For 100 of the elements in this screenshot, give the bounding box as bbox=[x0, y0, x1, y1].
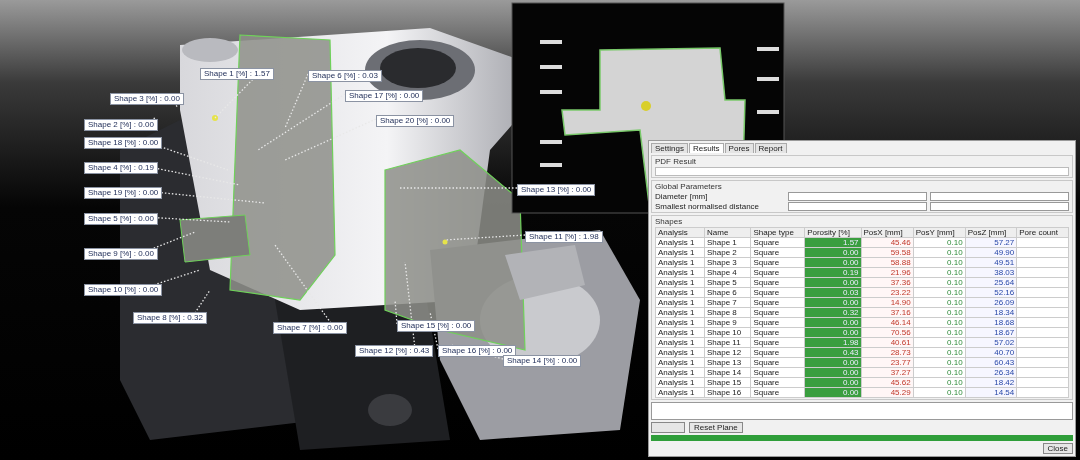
table-cell: Shape 3 bbox=[704, 257, 751, 268]
table-cell bbox=[1016, 317, 1069, 328]
table-cell: 0.10 bbox=[913, 367, 966, 378]
table-cell: 0.32 bbox=[804, 307, 862, 318]
table-cell: 0.00 bbox=[804, 317, 862, 328]
table-cell: 0.10 bbox=[913, 337, 966, 348]
close-button[interactable]: Close bbox=[1042, 443, 1073, 454]
table-cell: 60.43 bbox=[965, 357, 1017, 368]
input-field[interactable] bbox=[930, 192, 1069, 201]
table-cell: 0.10 bbox=[913, 237, 966, 248]
table-cell bbox=[1016, 307, 1069, 318]
comment-field[interactable] bbox=[651, 402, 1073, 420]
column-header[interactable]: Porosity [%] bbox=[804, 227, 862, 238]
callout-label: Shape 15 [%] : 0.00 bbox=[397, 320, 476, 332]
input-field[interactable] bbox=[930, 202, 1069, 211]
table-cell: Shape 10 bbox=[704, 327, 751, 338]
table-cell: 40.70 bbox=[965, 347, 1017, 358]
callout-label: Shape 2 [%] : 0.00 bbox=[84, 119, 158, 131]
column-header[interactable]: Analysis bbox=[655, 227, 705, 238]
callout-label: Shape 14 [%] : 0.00 bbox=[503, 355, 582, 367]
table-cell: Square bbox=[750, 257, 805, 268]
table-cell: Analysis 1 bbox=[655, 347, 705, 358]
table-cell: Square bbox=[750, 357, 805, 368]
blank-button[interactable] bbox=[651, 422, 685, 433]
callout-label: Shape 17 [%] : 0.00 bbox=[345, 90, 424, 102]
column-header[interactable]: PosZ [mm] bbox=[965, 227, 1017, 238]
table-cell: Analysis 1 bbox=[655, 367, 705, 378]
tab[interactable]: Settings bbox=[651, 143, 688, 153]
tab[interactable]: Pores bbox=[724, 143, 754, 153]
table-cell: Analysis 1 bbox=[655, 377, 705, 388]
table-cell: 46.14 bbox=[861, 317, 914, 328]
result-field[interactable] bbox=[655, 167, 1069, 176]
callout-label: Shape 19 [%] : 0.00 bbox=[84, 187, 163, 199]
table-cell: 0.19 bbox=[804, 267, 862, 278]
table-cell: 0.10 bbox=[913, 277, 966, 288]
table-cell: Analysis 1 bbox=[655, 327, 705, 338]
table-cell: Shape 14 bbox=[704, 367, 751, 378]
table-cell: 37.27 bbox=[861, 367, 914, 378]
table-cell: Shape 4 bbox=[704, 267, 751, 278]
table-cell: Square bbox=[750, 317, 805, 328]
callout-label: Shape 20 [%] : 0.00 bbox=[376, 115, 455, 127]
table-cell: Analysis 1 bbox=[655, 247, 705, 258]
leader-line bbox=[429, 311, 439, 350]
table-cell bbox=[1016, 247, 1069, 258]
table-cell: Shape 11 bbox=[704, 337, 751, 348]
table-cell: 0.00 bbox=[804, 377, 862, 388]
callout-label: Shape 16 [%] : 0.00 bbox=[438, 345, 517, 357]
tab[interactable]: Results bbox=[688, 143, 724, 153]
table-cell: Shape 7 bbox=[704, 297, 751, 308]
table-cell: Analysis 1 bbox=[655, 297, 705, 308]
table-cell: Shape 5 bbox=[704, 277, 751, 288]
column-header[interactable]: PosY [mm] bbox=[913, 227, 966, 238]
input-field[interactable] bbox=[788, 192, 927, 201]
table-cell: 23.77 bbox=[861, 357, 914, 368]
callout-label: Shape 13 [%] : 0.00 bbox=[517, 184, 596, 196]
reset-button[interactable]: Reset Plane bbox=[689, 422, 743, 433]
table-cell: 70.56 bbox=[861, 327, 914, 338]
table-cell: 18.67 bbox=[965, 327, 1017, 338]
table-cell: Square bbox=[750, 267, 805, 278]
table-cell: 49.90 bbox=[965, 247, 1017, 258]
table-cell: 0.00 bbox=[804, 257, 862, 268]
table-cell: 0.10 bbox=[913, 257, 966, 268]
callout-label: Shape 6 [%] : 0.03 bbox=[308, 70, 382, 82]
table-cell: 49.51 bbox=[965, 257, 1017, 268]
table-cell: Shape 16 bbox=[704, 387, 751, 398]
table-cell: 0.10 bbox=[913, 387, 966, 398]
table-cell: 0.00 bbox=[804, 247, 862, 258]
table-cell: 0.43 bbox=[804, 347, 862, 358]
table-cell: 23.22 bbox=[861, 287, 914, 298]
callout-label: Shape 3 [%] : 0.00 bbox=[110, 93, 184, 105]
table-cell: 0.10 bbox=[913, 317, 966, 328]
table-cell: 0.10 bbox=[913, 267, 966, 278]
table-cell: 28.73 bbox=[861, 347, 914, 358]
group-title: PDF Result bbox=[655, 157, 697, 166]
table-cell: 14.90 bbox=[861, 297, 914, 308]
table-cell: Square bbox=[750, 337, 805, 348]
table-cell: 18.68 bbox=[965, 317, 1017, 328]
table-cell: 0.00 bbox=[804, 357, 862, 368]
table-cell: Analysis 1 bbox=[655, 237, 705, 248]
table-cell: Shape 15 bbox=[704, 377, 751, 388]
column-header[interactable]: PosX [mm] bbox=[861, 227, 914, 238]
column-header[interactable]: Shape type bbox=[750, 227, 805, 238]
table-cell: Shape 12 bbox=[704, 347, 751, 358]
table-cell: 52.16 bbox=[965, 287, 1017, 298]
table-cell: 18.34 bbox=[965, 307, 1017, 318]
table-cell: Square bbox=[750, 297, 805, 308]
callout-label: Shape 10 [%] : 0.00 bbox=[84, 284, 163, 296]
table-cell: Square bbox=[750, 387, 805, 398]
table-cell: Analysis 1 bbox=[655, 307, 705, 318]
input-field[interactable] bbox=[788, 202, 927, 211]
table-cell: 1.57 bbox=[804, 237, 862, 248]
table-cell: 45.62 bbox=[861, 377, 914, 388]
table-cell: Square bbox=[750, 377, 805, 388]
column-header[interactable]: Pore count bbox=[1016, 227, 1069, 238]
table-cell: 25.64 bbox=[965, 277, 1017, 288]
table-cell bbox=[1016, 287, 1069, 298]
table-cell bbox=[1016, 337, 1069, 348]
table-cell: Shape 13 bbox=[704, 357, 751, 368]
tab[interactable]: Report bbox=[754, 143, 787, 153]
column-header[interactable]: Name bbox=[704, 227, 751, 238]
